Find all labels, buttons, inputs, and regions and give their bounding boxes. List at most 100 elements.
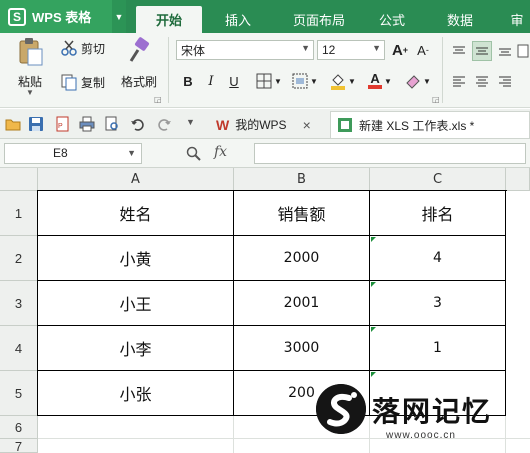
font-name-select[interactable]: 宋体 ▼ [176, 40, 314, 60]
export-pdf-icon[interactable]: P [54, 116, 70, 132]
align-bottom-icon [499, 48, 511, 56]
italic-button[interactable]: I [201, 71, 221, 91]
shrink-font-button[interactable]: A- [413, 40, 433, 60]
cell-a2[interactable]: 小黄 [38, 236, 234, 281]
zoom-icon[interactable] [186, 146, 202, 162]
row-header-7[interactable]: 7 [0, 439, 38, 453]
cell-b4[interactable]: 3000 [234, 326, 370, 371]
align-bottom-button[interactable] [495, 41, 515, 61]
undo-icon[interactable] [130, 116, 146, 132]
column-header-d[interactable] [506, 168, 530, 191]
column-header-c[interactable]: C [370, 168, 506, 191]
tab-spreadsheet-label: 新建 XLS 工作表.xls * [359, 118, 475, 133]
underline-button[interactable]: U [224, 71, 244, 91]
tab-insert[interactable]: 插入 [210, 6, 266, 33]
row-header-4[interactable]: 4 [0, 326, 38, 371]
redo-icon[interactable] [156, 116, 172, 132]
cell-c1[interactable]: 排名 [370, 191, 506, 236]
wrap-text-icon [517, 44, 529, 58]
cell-c2[interactable]: 4 [370, 236, 506, 281]
tab-page-layout[interactable]: 页面布局 [276, 6, 362, 33]
error-indicator-icon[interactable] [371, 372, 376, 377]
align-middle-button[interactable] [472, 41, 492, 61]
customize-toolbar-icon[interactable]: ▼ [186, 117, 195, 127]
font-color-letter: A [370, 71, 380, 86]
name-box[interactable]: E8 ▼ [4, 143, 142, 164]
paint-bucket-icon [331, 74, 346, 90]
cut-button[interactable]: 剪切 [60, 39, 105, 57]
cell-a4[interactable]: 小李 [38, 326, 234, 371]
open-folder-icon[interactable] [5, 116, 21, 132]
align-right-button[interactable] [495, 71, 515, 91]
watermark-logo-icon [316, 384, 366, 434]
app-menu-button[interactable]: S WPS 表格 ▼ [0, 0, 126, 33]
tab-my-wps[interactable]: W 我的WPS × [208, 111, 328, 138]
copy-icon [61, 74, 77, 91]
cell-a1[interactable]: 姓名 [38, 191, 234, 236]
ribbon-toolbar: 粘贴 ▼ 剪切 复制 格式刷 宋体 ▼ 12 ▼ A + A - B I U ▼… [0, 33, 530, 108]
font-size-select[interactable]: 12 ▼ [317, 40, 385, 60]
align-left-button[interactable] [449, 71, 469, 91]
paste-button[interactable]: 粘贴 ▼ [8, 37, 52, 97]
print-preview-icon[interactable] [104, 116, 120, 132]
error-indicator-icon[interactable] [371, 327, 376, 332]
font-color-swatch [368, 85, 383, 89]
cell-a3[interactable]: 小王 [38, 281, 234, 326]
close-icon[interactable]: × [303, 117, 311, 133]
grow-font-button[interactable]: A + [390, 40, 410, 60]
borders-icon [256, 73, 272, 89]
chevron-down-icon: ▼ [423, 76, 431, 86]
tab-review[interactable]: 审 [504, 6, 530, 33]
cell-b1[interactable]: 销售额 [234, 191, 370, 236]
row-header-6[interactable]: 6 [0, 416, 38, 439]
cut-label: 剪切 [81, 41, 106, 56]
error-indicator-icon[interactable] [371, 237, 376, 242]
svg-text:P: P [58, 123, 63, 130]
app-name: WPS 表格 [32, 10, 92, 25]
cell-b3[interactable]: 2001 [234, 281, 370, 326]
tab-formulas[interactable]: 公式 [368, 6, 416, 33]
clipboard-dialog-launcher-icon[interactable]: ◲ [154, 95, 162, 104]
cell-c4[interactable]: 1 [370, 326, 506, 371]
cell-b2[interactable]: 2000 [234, 236, 370, 281]
align-center-button[interactable] [472, 71, 492, 91]
column-header-a[interactable]: A [38, 168, 234, 191]
clipboard-icon [19, 38, 43, 66]
wrap-text-button[interactable] [516, 41, 530, 61]
insert-function-button[interactable]: fx [214, 144, 227, 160]
row-header-5[interactable]: 5 [0, 371, 38, 416]
save-icon[interactable] [28, 116, 44, 132]
font-color-button[interactable]: A ▼ [363, 71, 397, 91]
tab-home[interactable]: 开始 [136, 6, 202, 33]
cell-c3[interactable]: 3 [370, 281, 506, 326]
merge-cells-button[interactable]: ▼ [288, 71, 322, 91]
title-tab-bar: S WPS 表格 ▼ 开始 插入 页面布局 公式 数据 审 [0, 0, 530, 33]
copy-button[interactable]: 复制 [60, 73, 105, 91]
bold-button[interactable]: B [178, 71, 198, 91]
shrink-font-letter: A [417, 42, 426, 58]
formula-input[interactable] [254, 143, 526, 164]
tab-spreadsheet[interactable]: 新建 XLS 工作表.xls * [330, 111, 530, 138]
tab-data[interactable]: 数据 [436, 6, 484, 33]
chevron-down-icon[interactable]: ▼ [112, 0, 126, 33]
row-header-3[interactable]: 3 [0, 281, 38, 326]
row-header-1[interactable]: 1 [0, 191, 38, 236]
paste-dropdown-icon[interactable]: ▼ [26, 88, 34, 97]
chevron-down-icon: ▼ [348, 76, 356, 86]
error-indicator-icon[interactable] [371, 282, 376, 287]
fill-color-button[interactable]: ▼ [326, 71, 360, 91]
column-header-b[interactable]: B [234, 168, 370, 191]
font-dialog-launcher-icon[interactable]: ◲ [432, 95, 440, 104]
format-painter-button[interactable]: 格式刷 [116, 37, 162, 90]
eraser-icon [406, 75, 420, 89]
select-all-corner[interactable] [0, 168, 38, 191]
chevron-down-icon: ▼ [372, 43, 381, 53]
row-header-2[interactable]: 2 [0, 236, 38, 281]
chevron-down-icon: ▼ [274, 76, 282, 86]
cell-a5[interactable]: 小张 [38, 371, 234, 416]
scissors-icon [61, 40, 77, 56]
clear-format-button[interactable]: ▼ [402, 71, 434, 91]
borders-button[interactable]: ▼ [252, 71, 286, 91]
align-top-button[interactable] [449, 41, 469, 61]
print-icon[interactable] [79, 116, 95, 132]
